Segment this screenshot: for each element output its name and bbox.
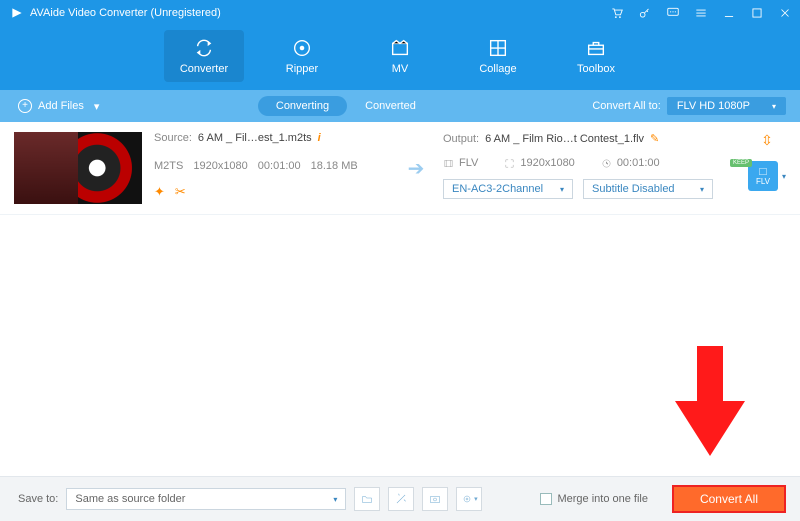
- item-right-controls: ⇳ KEEP FLV ▾: [748, 132, 786, 191]
- global-format-value: FLV HD 1080P: [677, 100, 750, 112]
- arrow-right-icon: ➔: [401, 156, 431, 181]
- expand-icon: [504, 158, 515, 169]
- source-resolution: 1920x1080: [193, 160, 247, 172]
- ripper-icon: [291, 37, 313, 59]
- add-files-label: Add Files: [38, 100, 84, 112]
- wand-icon: [394, 492, 408, 506]
- merge-checkbox[interactable]: Merge into one file: [540, 493, 648, 505]
- nav-label: Ripper: [286, 63, 318, 75]
- annotation-arrow-icon: [675, 346, 745, 456]
- chevron-down-icon[interactable]: ▾: [782, 172, 786, 181]
- global-format-select[interactable]: FLV HD 1080P ▾: [667, 97, 786, 115]
- output-format-badge[interactable]: KEEP FLV: [748, 161, 778, 191]
- chevron-down-icon: ▾: [560, 185, 564, 194]
- save-folder-select[interactable]: Same as source folder ▾: [66, 488, 346, 510]
- maximize-icon[interactable]: [750, 6, 764, 20]
- nav-converter[interactable]: Converter: [164, 30, 244, 82]
- source-size: 18.18 MB: [311, 160, 358, 172]
- chevron-down-icon: ▾: [474, 495, 478, 503]
- cut-icon[interactable]: ✂: [175, 184, 186, 200]
- source-duration: 00:01:00: [258, 160, 301, 172]
- close-icon[interactable]: [778, 6, 792, 20]
- menu-icon[interactable]: [694, 6, 708, 20]
- subtitle-select[interactable]: Subtitle Disabled ▾: [583, 179, 713, 199]
- key-icon[interactable]: [638, 6, 652, 20]
- settings-button[interactable]: ▾: [456, 487, 482, 511]
- nav-mv[interactable]: MV: [360, 30, 440, 82]
- tab-converting[interactable]: Converting: [258, 96, 347, 116]
- info-icon[interactable]: i: [318, 132, 321, 144]
- app-title: AVAide Video Converter (Unregistered): [30, 7, 610, 19]
- source-label: Source:: [154, 132, 192, 144]
- audio-track-value: EN-AC3-2Channel: [452, 183, 543, 195]
- mv-icon: [389, 37, 411, 59]
- save-to-label: Save to:: [18, 493, 58, 505]
- nav-label: Collage: [479, 63, 516, 75]
- audio-track-select[interactable]: EN-AC3-2Channel ▾: [443, 179, 573, 199]
- nav-ripper[interactable]: Ripper: [262, 30, 342, 82]
- output-format-text: FLV: [756, 177, 770, 186]
- nav-label: Converter: [180, 63, 228, 75]
- nav-label: Toolbox: [577, 63, 615, 75]
- subtitle-value: Subtitle Disabled: [592, 183, 675, 195]
- merge-label: Merge into one file: [557, 493, 648, 505]
- chevron-down-icon: ▾: [333, 495, 337, 504]
- collage-icon: [487, 37, 509, 59]
- cart-icon[interactable]: [610, 6, 624, 20]
- checkbox-icon: [540, 493, 552, 505]
- compress-icon[interactable]: ⇳: [761, 132, 773, 149]
- save-folder-value: Same as source folder: [75, 493, 185, 505]
- plus-icon: +: [18, 99, 32, 113]
- open-folder-button[interactable]: [354, 487, 380, 511]
- folder-icon: [360, 493, 374, 505]
- gear-icon: [461, 493, 473, 505]
- tab-converted[interactable]: Converted: [347, 96, 434, 116]
- sub-bar: + Add Files ▾ Converting Converted Conve…: [0, 90, 800, 122]
- output-duration: 00:01:00: [617, 157, 660, 169]
- film-icon: [443, 158, 454, 169]
- snapshot-button[interactable]: [422, 487, 448, 511]
- file-list: Source: 6 AM _ Fil…est_1.m2ts i M2TS 192…: [0, 122, 800, 215]
- output-container: FLV: [459, 157, 478, 169]
- source-column: Source: 6 AM _ Fil…est_1.m2ts i M2TS 192…: [154, 132, 389, 200]
- nav-label: MV: [392, 63, 409, 75]
- add-files-button[interactable]: + Add Files ▾: [18, 99, 99, 113]
- edit-name-icon[interactable]: ✎: [650, 132, 659, 145]
- chevron-down-icon: ▾: [772, 102, 776, 111]
- toolbox-icon: [585, 37, 607, 59]
- footer-bar: Save to: Same as source folder ▾ ▾ Merge…: [0, 476, 800, 521]
- output-label: Output:: [443, 133, 479, 145]
- keep-badge: KEEP: [730, 159, 752, 167]
- nav-toolbox[interactable]: Toolbox: [556, 30, 636, 82]
- queue-tabs: Converting Converted: [258, 96, 434, 116]
- convert-all-label: Convert All: [700, 492, 758, 506]
- effects-icon[interactable]: ✦: [154, 184, 165, 200]
- enhance-button[interactable]: [388, 487, 414, 511]
- converter-icon: [193, 37, 215, 59]
- source-container: M2TS: [154, 160, 183, 172]
- file-item: Source: 6 AM _ Fil…est_1.m2ts i M2TS 192…: [0, 122, 800, 215]
- app-logo-icon: [10, 6, 24, 20]
- film-icon: [757, 167, 769, 177]
- clock-icon: [601, 158, 612, 169]
- window-controls: [610, 6, 792, 20]
- chevron-down-icon: ▾: [700, 185, 704, 194]
- output-resolution: 1920x1080: [520, 157, 574, 169]
- camera-icon: [428, 493, 442, 505]
- convert-all-button[interactable]: Convert All: [672, 485, 786, 513]
- nav-collage[interactable]: Collage: [458, 30, 538, 82]
- titlebar: AVAide Video Converter (Unregistered): [0, 0, 800, 25]
- source-filename: 6 AM _ Fil…est_1.m2ts: [198, 132, 312, 144]
- convert-all-to-label: Convert All to:: [592, 100, 660, 112]
- minimize-icon[interactable]: [722, 6, 736, 20]
- output-filename: 6 AM _ Film Rio…t Contest_1.flv: [485, 133, 644, 145]
- main-nav: Converter Ripper MV Collage Toolbox: [0, 25, 800, 90]
- feedback-icon[interactable]: [666, 6, 680, 20]
- video-thumbnail[interactable]: [14, 132, 142, 204]
